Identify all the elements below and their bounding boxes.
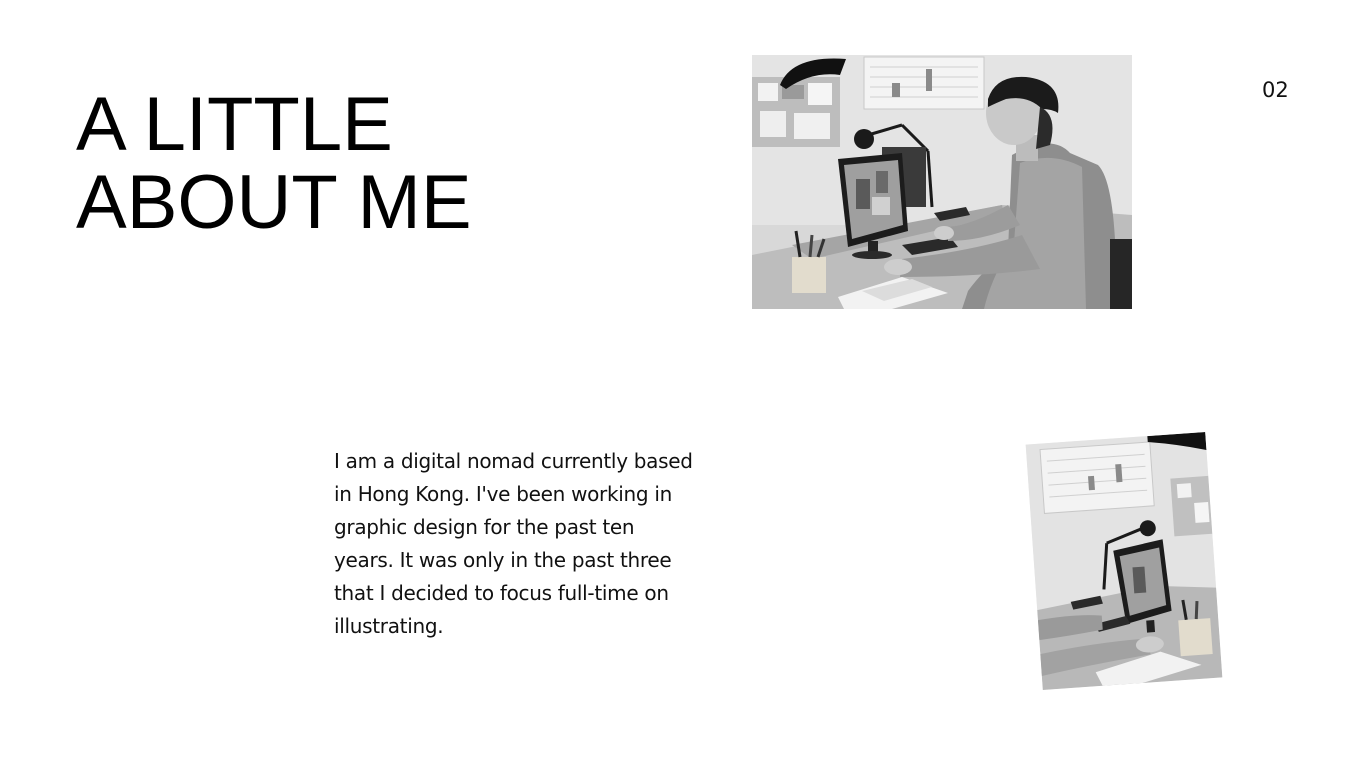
man-at-computer-image (752, 55, 1132, 309)
slide: A LITTLE ABOUT ME 02 I am a digital noma… (0, 0, 1366, 768)
about-description: I am a digital nomad currently based in … (334, 449, 693, 638)
desk-computer-image (1025, 432, 1223, 690)
title-line-2: ABOUT ME (76, 160, 472, 245)
title-line-1: A LITTLE (76, 82, 393, 167)
main-photo (752, 55, 1132, 309)
page-number: 02 (1262, 78, 1289, 102)
page-title: A LITTLE ABOUT ME (76, 86, 472, 242)
secondary-photo (1025, 432, 1223, 690)
